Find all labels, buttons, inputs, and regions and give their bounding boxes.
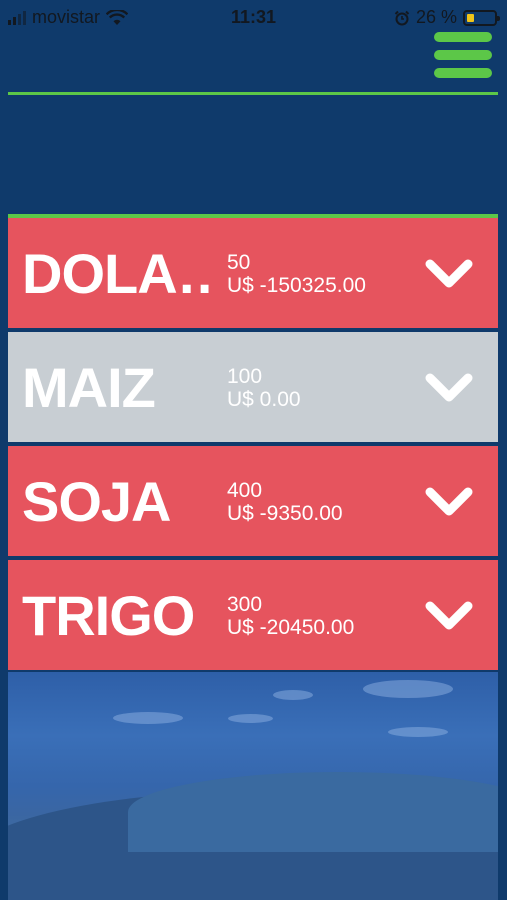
list-item-trigo[interactable]: TRIGO 300 U$ -20450.00 xyxy=(8,560,498,670)
item-value: U$ -9350.00 xyxy=(227,502,343,525)
battery-icon xyxy=(463,9,500,26)
list-item-maiz[interactable]: MAIZ 100 U$ 0.00 xyxy=(8,332,498,442)
header-divider xyxy=(8,92,498,95)
battery-fill xyxy=(467,13,474,22)
list-item-soja[interactable]: SOJA 400 U$ -9350.00 xyxy=(8,446,498,556)
background-field-image xyxy=(8,672,498,900)
chevron-down-icon[interactable] xyxy=(424,370,474,406)
menu-line xyxy=(434,68,492,78)
chevron-down-icon[interactable] xyxy=(424,484,474,520)
hamburger-icon[interactable] xyxy=(434,32,492,82)
menu-line xyxy=(434,50,492,60)
item-quantity: 300 xyxy=(227,593,263,616)
item-quantity: 100 xyxy=(227,365,263,388)
item-name: DOLA… xyxy=(22,242,212,305)
item-name: MAIZ xyxy=(22,356,156,419)
item-quantity: 50 xyxy=(227,251,251,274)
item-quantity: 400 xyxy=(227,479,263,502)
item-value: U$ -150325.00 xyxy=(227,274,366,297)
list-item-dolar[interactable]: DOLA… 50 U$ -150325.00 xyxy=(8,218,498,328)
commodity-list: DOLA… 50 U$ -150325.00 MAIZ 100 U$ 0.00 … xyxy=(8,214,498,674)
chevron-down-icon[interactable] xyxy=(424,256,474,292)
battery-percent: 26 % xyxy=(415,7,457,27)
alarm-icon xyxy=(394,10,410,25)
chevron-down-icon[interactable] xyxy=(424,598,474,634)
item-name: TRIGO xyxy=(22,584,195,647)
item-name: SOJA xyxy=(22,470,172,533)
status-right: 26 % xyxy=(394,7,500,28)
item-value: U$ 0.00 xyxy=(227,388,301,411)
menu-line xyxy=(434,32,492,42)
item-value: U$ -20450.00 xyxy=(227,616,355,639)
status-bar: movistar 11:31 26 % xyxy=(0,0,507,34)
